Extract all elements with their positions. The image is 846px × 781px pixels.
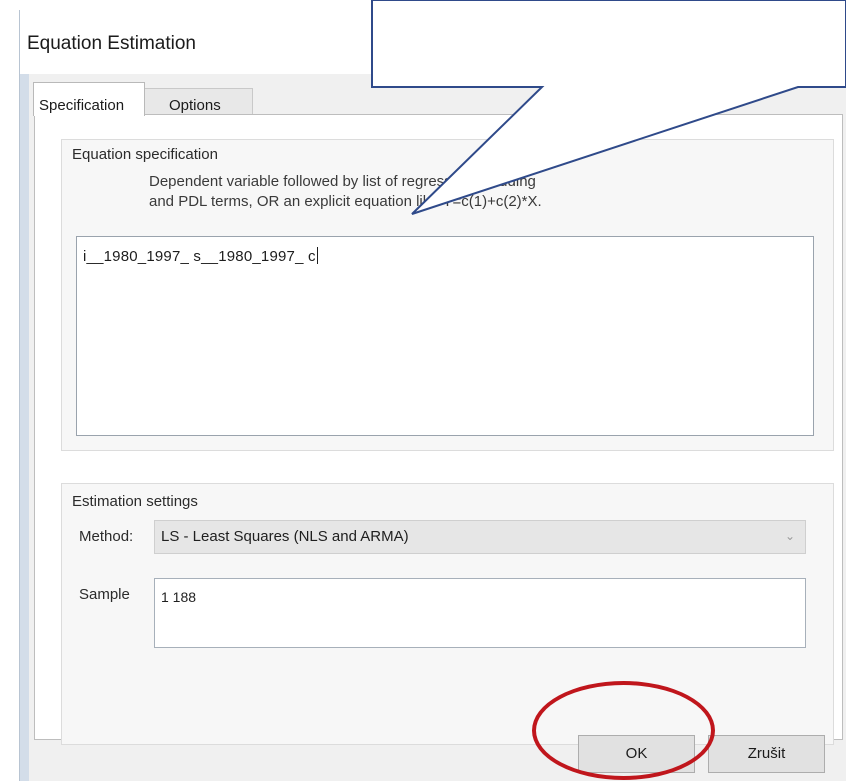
help-text-line-2: and PDL terms, OR an explicit equation l… bbox=[149, 193, 542, 210]
equation-estimation-dialog: Equation Estimation Specification Option… bbox=[20, 10, 846, 781]
method-label: Method: bbox=[79, 528, 134, 545]
tab-specification-label: Specification bbox=[39, 97, 125, 114]
method-value: LS - Least Squares (NLS and ARMA) bbox=[161, 528, 409, 545]
window-title: Equation Estimation bbox=[27, 33, 196, 54]
title-bar: Equation Estimation bbox=[20, 10, 846, 74]
equation-specification-input[interactable]: i__1980_1997_ s__1980_1997_ c bbox=[76, 236, 814, 436]
sample-label: Sample bbox=[79, 586, 130, 603]
estimation-settings-label: Estimation settings bbox=[72, 493, 198, 510]
method-select[interactable]: LS - Least Squares (NLS and ARMA) ⌄ bbox=[154, 520, 806, 554]
equation-specification-text: i__1980_1997_ s__1980_1997_ c bbox=[83, 247, 318, 265]
sample-value: 1 188 bbox=[161, 589, 197, 605]
tab-options[interactable]: Options bbox=[143, 88, 253, 115]
dialog-body: Specification Options Equation specifica… bbox=[29, 74, 846, 781]
equation-specification-group: Equation specification Dependent variabl… bbox=[61, 139, 834, 451]
sample-input[interactable]: 1 188 bbox=[154, 578, 806, 648]
equation-specification-label: Equation specification bbox=[72, 146, 218, 163]
help-text-line-1: Dependent variable followed by list of r… bbox=[149, 173, 536, 190]
cancel-button[interactable]: Zrušit bbox=[708, 735, 825, 773]
estimation-settings-group: Estimation settings Method: LS - Least S… bbox=[61, 483, 834, 745]
specification-panel: Equation specification Dependent variabl… bbox=[34, 114, 843, 745]
chevron-down-icon: ⌄ bbox=[784, 529, 795, 543]
ok-button[interactable]: OK bbox=[578, 735, 695, 773]
text-caret bbox=[316, 247, 318, 264]
equation-specification-value: i__1980_1997_ s__1980_1997_ c bbox=[83, 248, 316, 265]
tab-options-label: Options bbox=[169, 97, 221, 114]
tab-specification[interactable]: Specification bbox=[33, 82, 145, 116]
